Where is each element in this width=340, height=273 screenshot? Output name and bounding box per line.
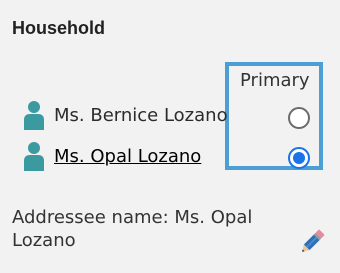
member-name: Ms. Bernice Lozano [54,104,228,126]
person-icon [24,101,44,130]
household-heading: Household [12,18,105,38]
primary-radio-bernice[interactable] [288,107,310,129]
primary-radio-opal[interactable] [288,147,310,169]
addressee-name: Addressee name: Ms. Opal Lozano [12,207,253,251]
household-member-row: Ms. Opal Lozano [22,141,201,171]
member-name-link[interactable]: Ms. Opal Lozano [54,146,201,167]
primary-column-header: Primary [240,70,310,91]
pencil-icon[interactable] [296,226,328,258]
household-member-row: Ms. Bernice Lozano [22,100,228,130]
person-icon [24,142,44,171]
